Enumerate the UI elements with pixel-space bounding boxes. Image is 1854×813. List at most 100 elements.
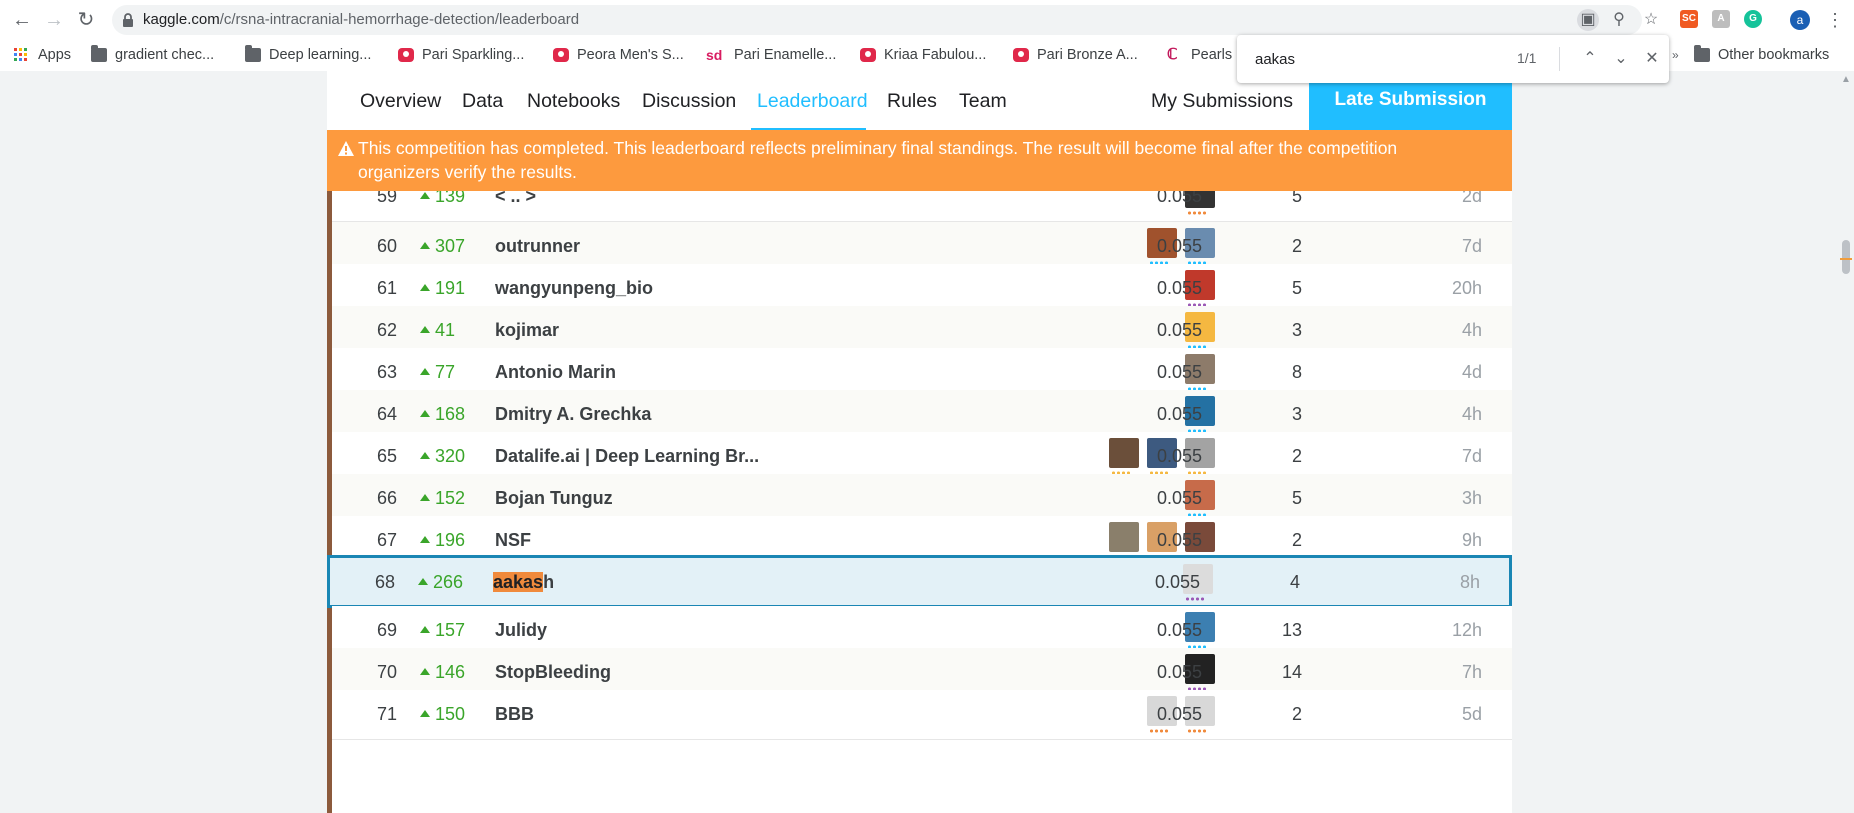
rank-change-value: 41 [435, 320, 456, 340]
browser-toolbar: ← → ↻ kaggle.com/c/rsna-intracranial-hem… [0, 0, 1854, 40]
team-name[interactable]: aakash [493, 571, 554, 593]
up-arrow-icon [420, 326, 430, 333]
bookmark-apps[interactable]: Apps [14, 46, 71, 64]
team-name[interactable]: Antonio Marin [495, 361, 616, 383]
zoom-icon[interactable]: ⚲ [1608, 9, 1630, 31]
entries-cell: 3 [1291, 320, 1302, 340]
competition-completed-banner: This competition has completed. This lea… [327, 130, 1512, 191]
rank-change-value: 320 [435, 446, 466, 466]
team-name[interactable]: Dmitry A. Grechka [495, 403, 651, 425]
rank-change-value: 150 [435, 704, 466, 724]
bookmark-deep-learning[interactable]: Deep learning... [245, 45, 371, 64]
up-arrow-icon [420, 494, 430, 501]
team-name[interactable]: Julidy [495, 619, 547, 641]
scrollbar-thumb[interactable] [1842, 240, 1850, 274]
sd-icon: sd [706, 47, 723, 63]
bookmark-star-icon[interactable]: ☆ [1640, 9, 1662, 31]
reload-icon[interactable]: ↻ [74, 8, 98, 32]
rank-cell: 62 [377, 320, 398, 340]
forward-icon[interactable]: → [42, 8, 66, 32]
lock-icon[interactable] [120, 12, 136, 28]
tab-rules[interactable]: Rules [887, 90, 937, 113]
find-input[interactable] [1255, 49, 1455, 69]
bookmark-pari-bronze[interactable]: Pari Bronze A... [1013, 46, 1138, 64]
kebab-menu-icon[interactable]: ⋮ [1826, 8, 1844, 32]
entries-cell: 5 [1291, 278, 1302, 298]
score-cell: 0.055 [1156, 704, 1202, 724]
tab-team[interactable]: Team [959, 90, 1007, 113]
last-submission-cell: 9h [1461, 530, 1482, 550]
shop-icon [398, 48, 414, 62]
find-divider [1559, 47, 1560, 71]
bookmark-peora[interactable]: Peora Men's S... [553, 46, 684, 64]
score-cell: 0.055 [1156, 236, 1202, 256]
entries-cell: 2 [1291, 704, 1302, 724]
team-name[interactable]: Bojan Tunguz [495, 487, 613, 509]
up-arrow-icon [420, 536, 430, 543]
rank-cell: 69 [377, 620, 398, 640]
scholar-extension-icon[interactable]: A [1712, 10, 1730, 28]
table-row[interactable]: 71 150 BBB 0.055 2 5d [332, 690, 1512, 740]
competition-content: Overview Data Notebooks Discussion Leade… [327, 71, 1512, 813]
url-text[interactable]: kaggle.com/c/rsna-intracranial-hemorrhag… [143, 11, 579, 28]
team-name[interactable]: BBB [495, 703, 534, 725]
scroll-up-arrow-icon[interactable]: ▲ [1841, 74, 1851, 85]
close-icon[interactable]: ✕ [1640, 47, 1664, 71]
tab-overview[interactable]: Overview [360, 90, 441, 113]
tab-discussion[interactable]: Discussion [642, 90, 736, 113]
tier-dots [1185, 597, 1205, 601]
team-name[interactable]: wangyunpeng_bio [495, 277, 653, 299]
bookmark-pari-enamelled[interactable]: sd Pari Enamelle... [706, 46, 836, 64]
chevron-up-icon[interactable]: ⌃ [1578, 47, 1602, 71]
rank-change-value: 266 [433, 572, 464, 592]
chevron-down-icon[interactable]: ⌄ [1609, 47, 1633, 71]
rank-cell: 71 [377, 704, 398, 724]
bookmark-other[interactable]: Other bookmarks [1694, 45, 1829, 64]
page-scrollbar[interactable] [1838, 71, 1854, 813]
shop-icon [553, 48, 569, 62]
score-cell: 0.055 [1156, 530, 1202, 550]
tier-dots [1187, 211, 1207, 215]
rank-change-cell: 152 [420, 487, 465, 509]
table-row[interactable]: 68 266 aakash 0.055 4 8h [327, 555, 1512, 608]
bookmark-kriaa[interactable]: Kriaa Fabulou... [860, 46, 986, 64]
rank-cell: 66 [377, 488, 398, 508]
bookmark-pearls[interactable]: ℂ Pearls [1167, 46, 1232, 64]
team-name[interactable]: StopBleeding [495, 661, 611, 683]
team-name[interactable]: NSF [495, 529, 531, 551]
rank-change-cell: 266 [418, 571, 463, 593]
folder-icon [1694, 45, 1710, 62]
profile-avatar[interactable]: a [1790, 10, 1810, 30]
folder-icon [91, 45, 107, 62]
team-name[interactable]: outrunner [495, 235, 580, 257]
apps-grid-icon [14, 48, 30, 62]
entries-cell: 14 [1281, 662, 1302, 682]
grammarly-extension-icon[interactable]: G [1744, 10, 1762, 28]
find-in-page-icon[interactable]: ▣ [1577, 9, 1599, 31]
back-icon[interactable]: ← [10, 8, 34, 32]
score-cell: 0.055 [1156, 446, 1202, 466]
shop-icon [860, 48, 876, 62]
rank-change-cell: 196 [420, 529, 465, 551]
sc-extension-icon[interactable]: SC [1680, 10, 1698, 28]
last-submission-cell: 12h [1451, 620, 1482, 640]
bookmark-gradient-check[interactable]: gradient chec... [91, 45, 214, 64]
score-cell: 0.055 [1156, 320, 1202, 340]
last-submission-cell: 4h [1461, 320, 1482, 340]
team-name[interactable]: Datalife.ai | Deep Learning Br... [495, 445, 759, 467]
more-bookmarks-chevron-icon[interactable]: » [1672, 46, 1679, 64]
last-submission-cell: 8h [1459, 572, 1480, 592]
tab-leaderboard[interactable]: Leaderboard [757, 90, 868, 113]
find-in-page-bar: 1/1 ⌃ ⌄ ✕ [1237, 35, 1669, 83]
tab-notebooks[interactable]: Notebooks [527, 90, 620, 113]
rank-cell: 70 [377, 662, 398, 682]
tab-data[interactable]: Data [462, 90, 503, 113]
rank-change-value: 77 [435, 362, 456, 382]
bookmark-pari-sparkling[interactable]: Pari Sparkling... [398, 46, 524, 64]
up-arrow-icon [420, 668, 430, 675]
up-arrow-icon [420, 242, 430, 249]
team-name[interactable]: kojimar [495, 319, 559, 341]
up-arrow-icon [420, 626, 430, 633]
c-icon: ℂ [1167, 46, 1178, 63]
my-submissions-link[interactable]: My Submissions [1151, 90, 1293, 113]
